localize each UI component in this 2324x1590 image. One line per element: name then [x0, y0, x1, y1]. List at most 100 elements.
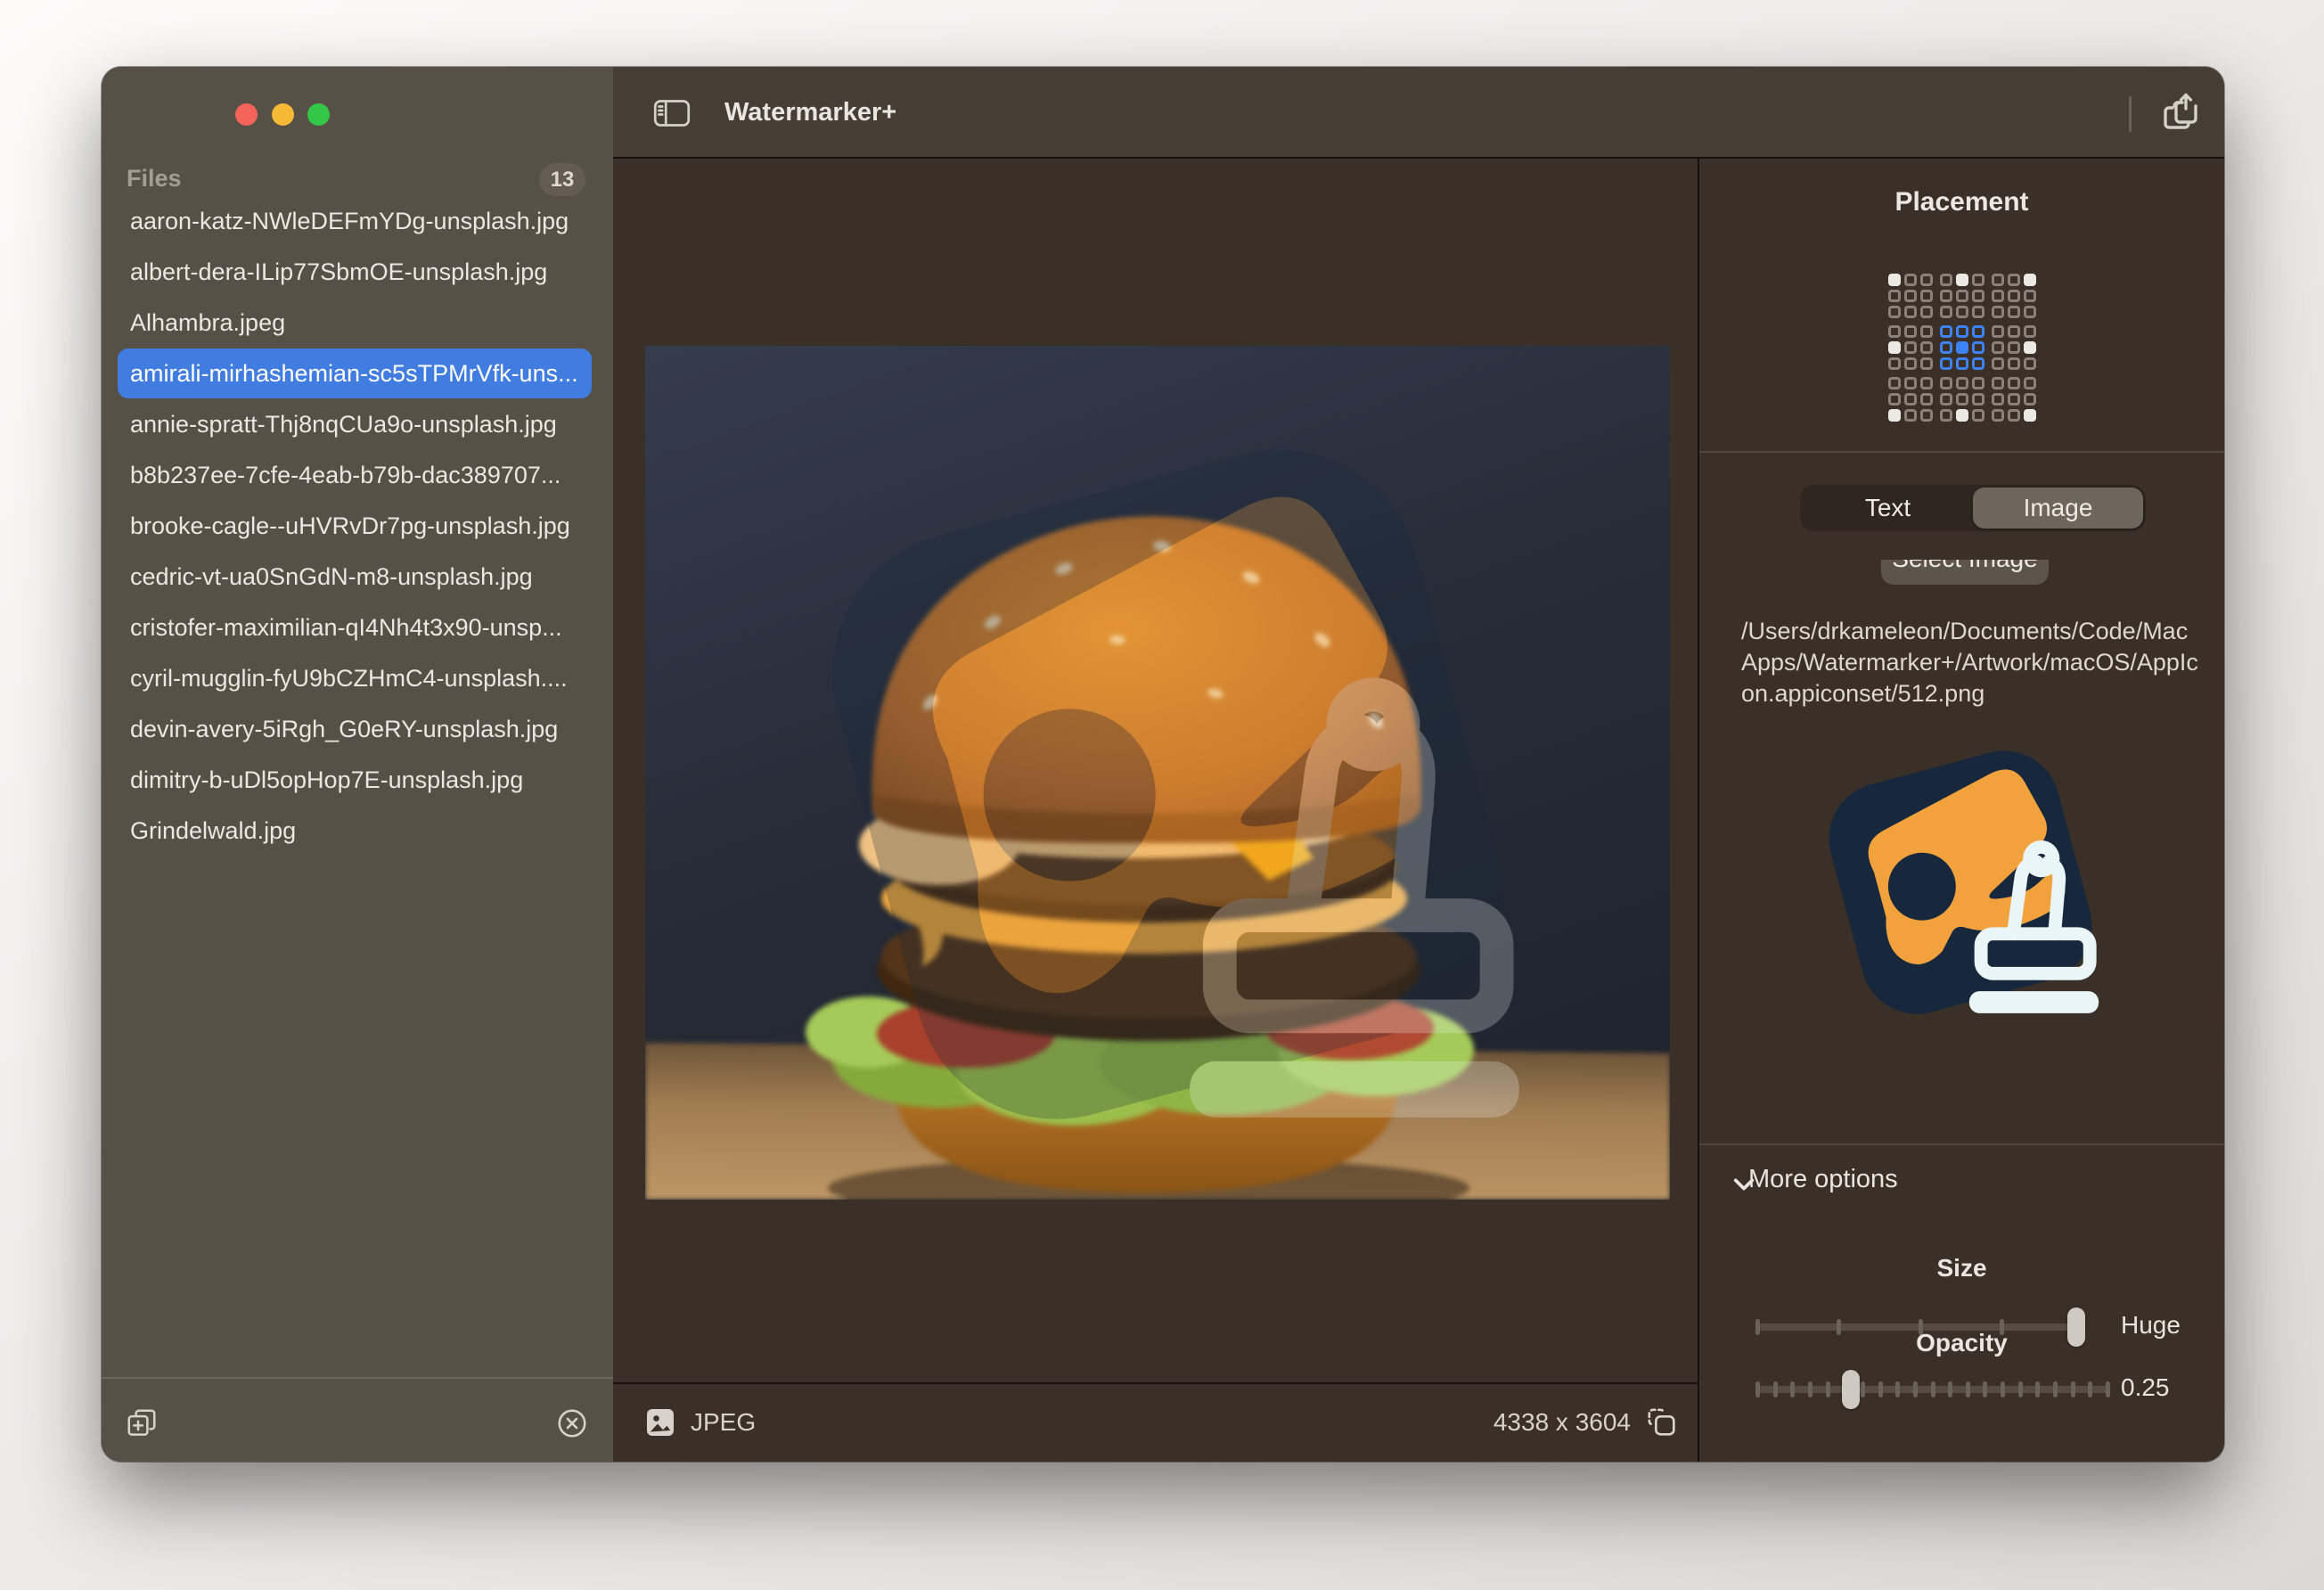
close-window-button[interactable]	[235, 103, 258, 126]
list-item[interactable]: aaron-katz-NWleDEFmYDg-unsplash.jpg	[118, 196, 592, 246]
placement-cell-2-3[interactable]	[1940, 306, 1952, 318]
placement-cell-2-2[interactable]	[1920, 306, 1933, 318]
list-item[interactable]: annie-spratt-Thj8nqCUa9o-unsplash.jpg	[118, 399, 592, 449]
placement-cell-2-6[interactable]	[1992, 306, 2004, 318]
placement-cell-1-3[interactable]	[1940, 290, 1952, 302]
placement-cell-3-1[interactable]	[1904, 325, 1917, 338]
placement-cell-4-3[interactable]	[1940, 341, 1952, 354]
placement-cell-4-4[interactable]	[1956, 341, 1968, 354]
placement-cell-2-1[interactable]	[1904, 306, 1917, 318]
placement-cell-6-2[interactable]	[1920, 377, 1933, 389]
placement-cell-5-1[interactable]	[1904, 357, 1917, 370]
clear-files-icon[interactable]	[555, 1406, 589, 1440]
placement-cell-3-6[interactable]	[1992, 325, 2004, 338]
placement-cell-0-1[interactable]	[1904, 274, 1917, 286]
placement-cell-6-6[interactable]	[1992, 377, 2004, 389]
placement-cell-8-2[interactable]	[1920, 409, 1933, 422]
placement-cell-8-3[interactable]	[1940, 409, 1952, 422]
placement-cell-0-7[interactable]	[2008, 274, 2020, 286]
placement-cell-5-8[interactable]	[2024, 357, 2036, 370]
list-item[interactable]: albert-dera-ILip77SbmOE-unsplash.jpg	[118, 247, 592, 297]
zoom-window-button[interactable]	[307, 103, 330, 126]
list-item[interactable]: cyril-mugglin-fyU9bCZHmC4-unsplash....	[118, 653, 592, 703]
placement-cell-0-6[interactable]	[1992, 274, 2004, 286]
minimize-window-button[interactable]	[272, 103, 294, 126]
tab-image[interactable]: Image	[1973, 488, 2143, 529]
placement-cell-6-1[interactable]	[1904, 377, 1917, 389]
placement-cell-5-0[interactable]	[1888, 357, 1901, 370]
placement-cell-3-4[interactable]	[1956, 325, 1968, 338]
more-options-toggle[interactable]: More options	[1748, 1165, 1898, 1194]
placement-cell-3-5[interactable]	[1972, 325, 1984, 338]
opacity-slider-thumb[interactable]	[1842, 1370, 1860, 1409]
placement-cell-3-3[interactable]	[1940, 325, 1952, 338]
placement-cell-7-8[interactable]	[2024, 393, 2036, 406]
placement-cell-8-4[interactable]	[1956, 409, 1968, 422]
placement-cell-5-3[interactable]	[1940, 357, 1952, 370]
placement-cell-6-8[interactable]	[2024, 377, 2036, 389]
list-item[interactable]: dimitry-b-uDl5opHop7E-unsplash.jpg	[118, 755, 592, 805]
placement-cell-1-0[interactable]	[1888, 290, 1901, 302]
placement-cell-0-3[interactable]	[1940, 274, 1952, 286]
placement-cell-8-5[interactable]	[1972, 409, 1984, 422]
tab-text[interactable]: Text	[1803, 488, 1973, 529]
list-item[interactable]: brooke-cagle--uHVRvDr7pg-unsplash.jpg	[118, 501, 592, 551]
placement-cell-8-6[interactable]	[1992, 409, 2004, 422]
placement-cell-7-5[interactable]	[1972, 393, 1984, 406]
placement-cell-4-7[interactable]	[2008, 341, 2020, 354]
placement-cell-8-8[interactable]	[2024, 409, 2036, 422]
placement-cell-5-4[interactable]	[1956, 357, 1968, 370]
placement-cell-6-7[interactable]	[2008, 377, 2020, 389]
placement-cell-1-7[interactable]	[2008, 290, 2020, 302]
placement-cell-1-6[interactable]	[1992, 290, 2004, 302]
placement-cell-1-2[interactable]	[1920, 290, 1933, 302]
placement-cell-2-7[interactable]	[2008, 306, 2020, 318]
placement-cell-1-8[interactable]	[2024, 290, 2036, 302]
placement-cell-7-0[interactable]	[1888, 393, 1901, 406]
placement-cell-3-7[interactable]	[2008, 325, 2020, 338]
placement-cell-3-2[interactable]	[1920, 325, 1933, 338]
toggle-sidebar-icon[interactable]	[653, 99, 691, 127]
list-item[interactable]: Grindelwald.jpg	[118, 806, 592, 856]
placement-cell-5-5[interactable]	[1972, 357, 1984, 370]
placement-cell-7-6[interactable]	[1992, 393, 2004, 406]
placement-cell-4-2[interactable]	[1920, 341, 1933, 354]
placement-cell-1-4[interactable]	[1956, 290, 1968, 302]
placement-cell-5-6[interactable]	[1992, 357, 2004, 370]
placement-cell-3-0[interactable]	[1888, 325, 1901, 338]
list-item[interactable]: cedric-vt-ua0SnGdN-m8-unsplash.jpg	[118, 552, 592, 602]
placement-cell-8-0[interactable]	[1888, 409, 1901, 422]
placement-cell-4-0[interactable]	[1888, 341, 1901, 354]
placement-cell-1-1[interactable]	[1904, 290, 1917, 302]
placement-cell-7-4[interactable]	[1956, 393, 1968, 406]
placement-cell-2-0[interactable]	[1888, 306, 1901, 318]
placement-cell-0-8[interactable]	[2024, 274, 2036, 286]
placement-cell-6-4[interactable]	[1956, 377, 1968, 389]
copy-dimensions-icon[interactable]	[1644, 1405, 1680, 1440]
placement-cell-0-0[interactable]	[1888, 274, 1901, 286]
placement-cell-4-1[interactable]	[1904, 341, 1917, 354]
list-item[interactable]: devin-avery-5iRgh_G0eRY-unsplash.jpg	[118, 704, 592, 754]
select-image-button-clipped[interactable]: Select Image	[1881, 560, 2049, 585]
placement-cell-0-4[interactable]	[1956, 274, 1968, 286]
placement-cell-2-5[interactable]	[1972, 306, 1984, 318]
placement-cell-1-5[interactable]	[1972, 290, 1984, 302]
placement-cell-5-7[interactable]	[2008, 357, 2020, 370]
list-item[interactable]: Alhambra.jpeg	[118, 298, 592, 348]
add-files-icon[interactable]	[125, 1406, 159, 1440]
placement-cell-7-7[interactable]	[2008, 393, 2020, 406]
list-item-selected[interactable]: amirali-mirhashemian-sc5sTPMrVfk-uns...	[118, 348, 592, 398]
placement-cell-0-5[interactable]	[1972, 274, 1984, 286]
placement-cell-4-5[interactable]	[1972, 341, 1984, 354]
placement-cell-7-3[interactable]	[1940, 393, 1952, 406]
list-item[interactable]: b8b237ee-7cfe-4eab-b79b-dac389707...	[118, 450, 592, 500]
placement-cell-0-2[interactable]	[1920, 274, 1933, 286]
placement-cell-6-5[interactable]	[1972, 377, 1984, 389]
placement-cell-7-1[interactable]	[1904, 393, 1917, 406]
list-item[interactable]: cristofer-maximilian-qI4Nh4t3x90-unsp...	[118, 602, 592, 652]
placement-cell-2-8[interactable]	[2024, 306, 2036, 318]
opacity-slider[interactable]	[1755, 1386, 2110, 1393]
placement-cell-5-2[interactable]	[1920, 357, 1933, 370]
select-image-button[interactable]: Select Image	[1881, 560, 2049, 585]
placement-cell-7-2[interactable]	[1920, 393, 1933, 406]
